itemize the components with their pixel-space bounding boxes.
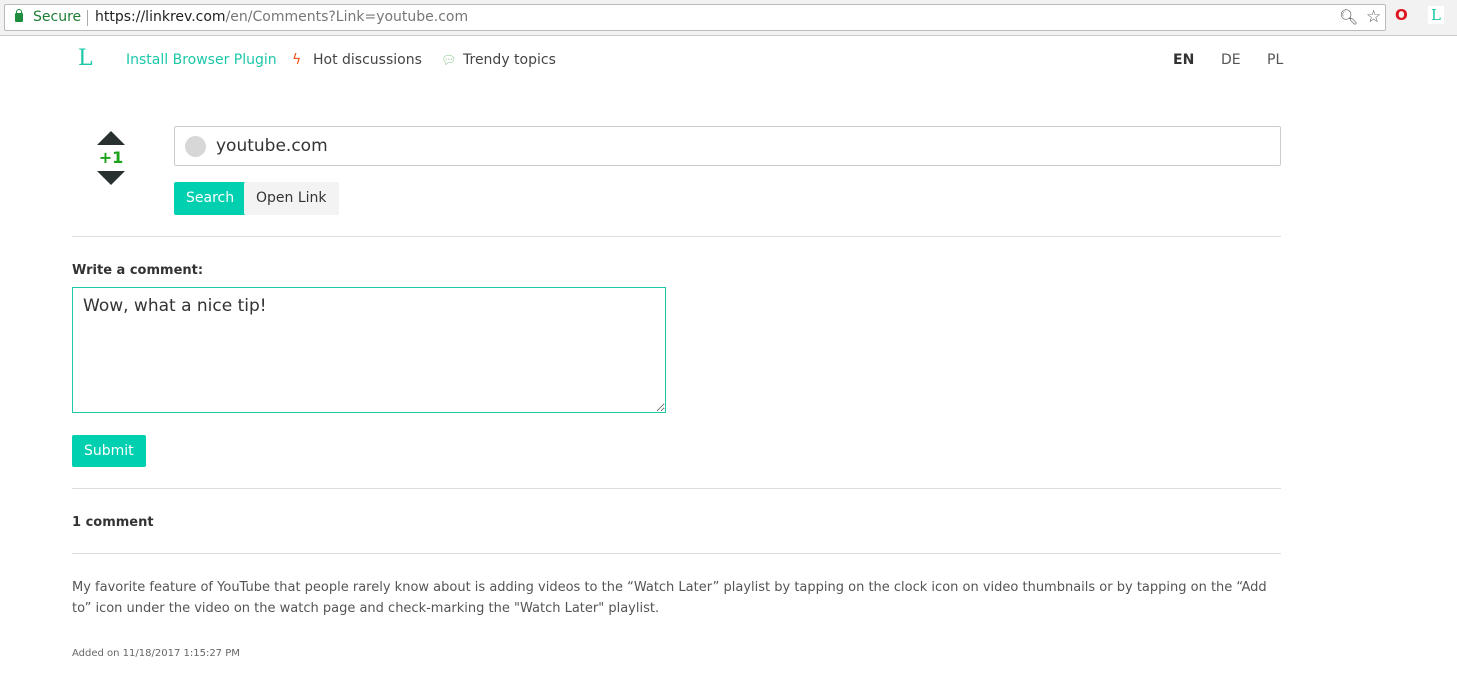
speech-bubble-icon: 💬︎ (441, 53, 457, 67)
lock-icon (15, 9, 23, 22)
url-text[interactable]: https://linkrev.com/en/Comments?Link=you… (95, 5, 468, 30)
hot-discussions-link[interactable]: Hot discussions (313, 52, 422, 68)
browser-toolbar: Secure https://linkrev.com/en/Comments?L… (0, 0, 1457, 36)
vote-score: +1 (98, 148, 124, 167)
zoom-icon[interactable]: 🔍︎ (1339, 5, 1358, 30)
star-icon[interactable]: ☆ (1366, 5, 1381, 30)
comment-date: Added on 11/18/2017 1:15:27 PM (72, 648, 240, 659)
globe-icon (185, 136, 206, 157)
open-link-button[interactable]: Open Link (244, 182, 339, 215)
divider (72, 236, 1281, 237)
install-plugin-link[interactable]: Install Browser Plugin (126, 52, 277, 68)
upvote-button[interactable] (97, 131, 125, 145)
divider (87, 10, 88, 26)
search-button[interactable]: Search (174, 182, 247, 215)
lang-en[interactable]: EN (1173, 52, 1194, 68)
lang-de[interactable]: DE (1221, 52, 1241, 68)
secure-label: Secure (33, 9, 82, 25)
top-nav: L Install Browser Plugin ϟ Hot discussio… (72, 46, 1283, 72)
logo[interactable]: L (78, 46, 93, 71)
comment-textarea[interactable]: Wow, what a nice tip! (72, 287, 666, 413)
link-search-input[interactable]: youtube.com (174, 126, 1281, 166)
downvote-button[interactable] (97, 171, 125, 185)
submit-button[interactable]: Submit (72, 435, 146, 467)
search-value: youtube.com (216, 136, 328, 156)
divider (72, 488, 1281, 489)
comment-label: Write a comment: (72, 263, 204, 278)
lang-pl[interactable]: PL (1267, 52, 1283, 68)
vote-widget: +1 (96, 131, 126, 185)
bolt-icon: ϟ (292, 52, 302, 68)
trendy-topics-link[interactable]: Trendy topics (463, 52, 556, 68)
divider (72, 553, 1281, 554)
opera-extension-icon[interactable]: O (1395, 6, 1408, 24)
address-bar[interactable]: Secure https://linkrev.com/en/Comments?L… (4, 4, 1386, 31)
linkrev-extension-icon[interactable]: L (1428, 6, 1444, 24)
comment-count: 1 comment (72, 515, 154, 530)
comment-text: My favorite feature of YouTube that peop… (72, 580, 1267, 616)
